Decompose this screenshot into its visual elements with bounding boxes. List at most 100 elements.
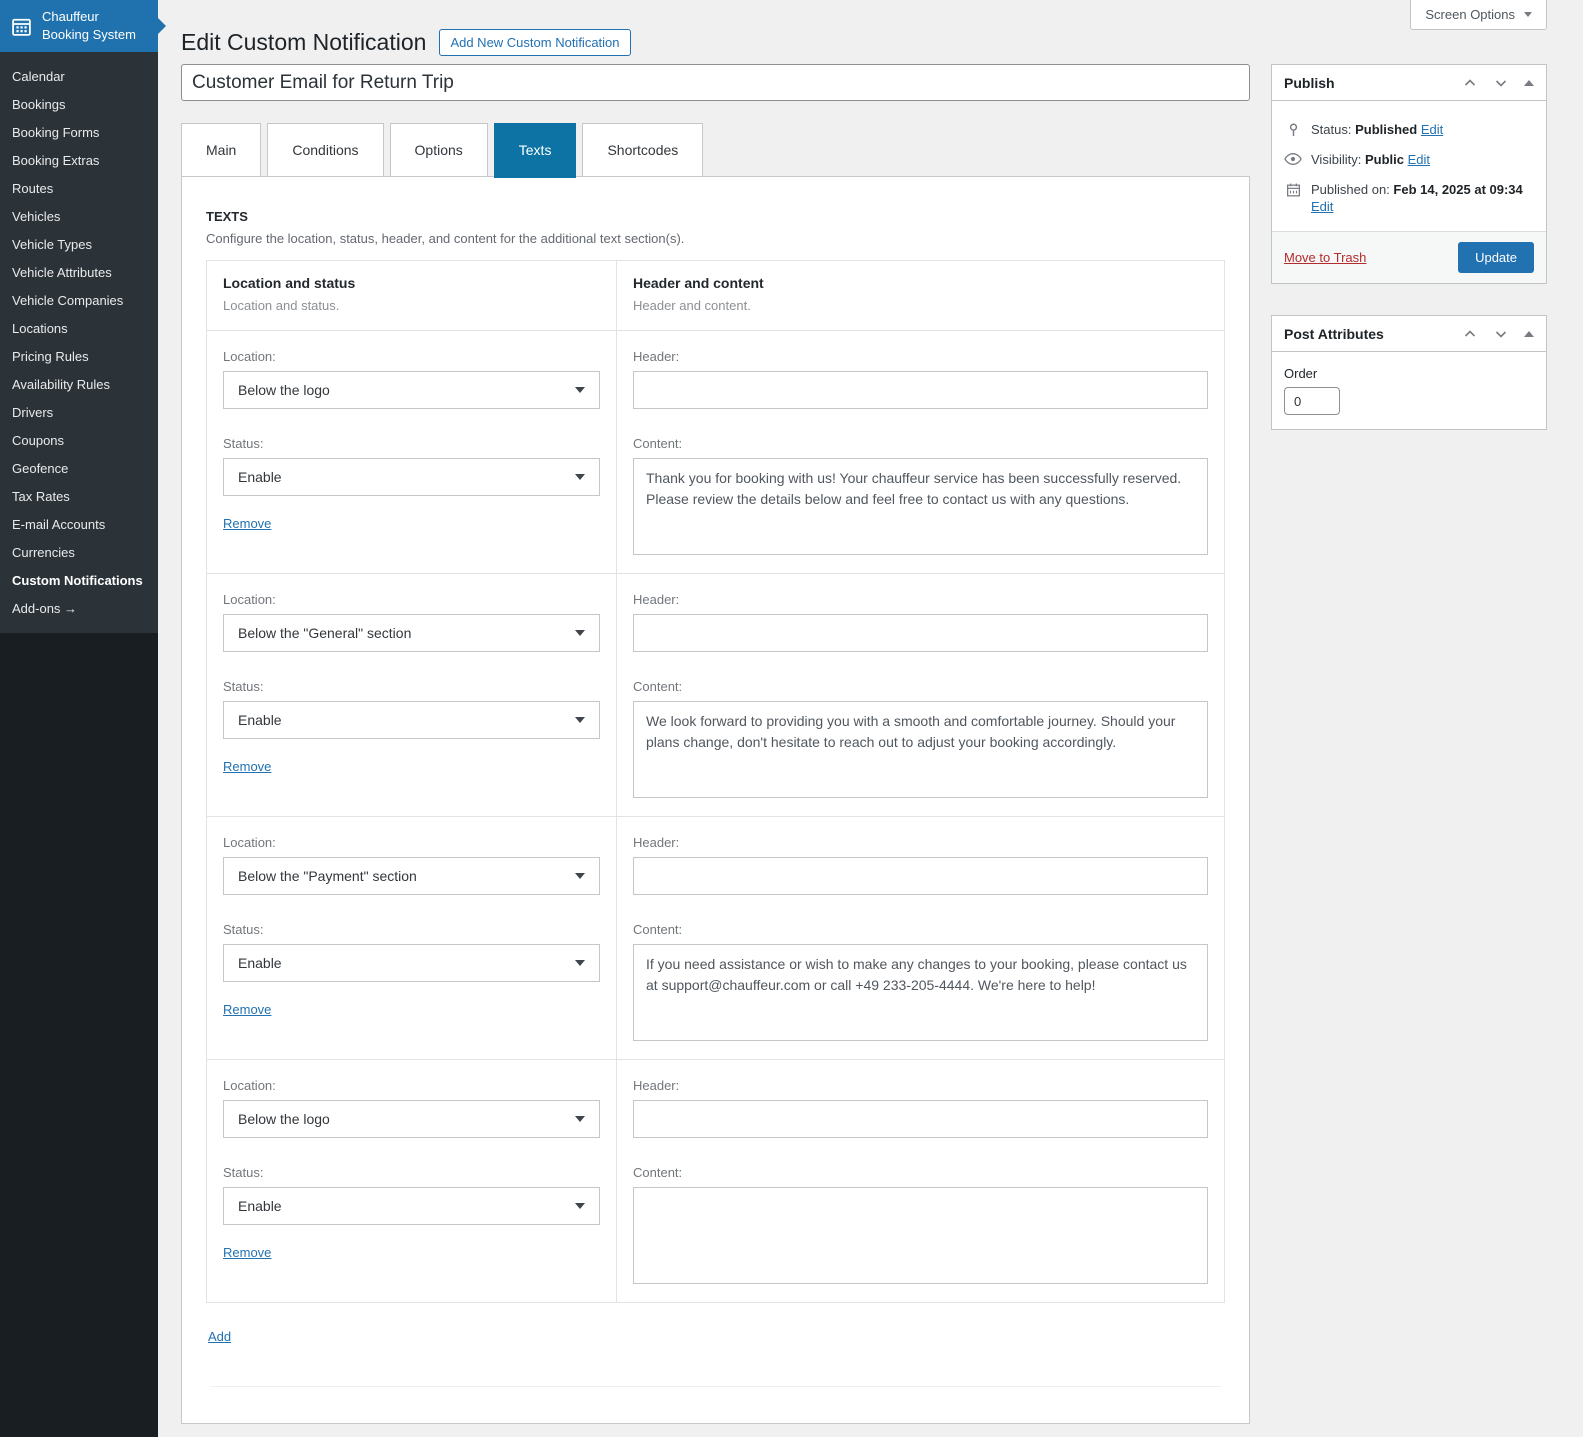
location-label: Location:	[223, 349, 276, 364]
move-down-icon[interactable]	[1493, 75, 1509, 91]
edit-published-on-link[interactable]: Edit	[1311, 199, 1333, 214]
sidebar-item-calendar[interactable]: Calendar	[0, 63, 158, 91]
side-column: Publish Status: Published Edit Visibilit…	[1271, 64, 1547, 461]
collapse-toggle-icon[interactable]	[1524, 330, 1534, 337]
texts-panel: TEXTS Configure the location, status, he…	[181, 176, 1250, 1424]
status-label: Status:	[223, 1165, 264, 1180]
sidebar-item-vehicle-companies[interactable]: Vehicle Companies	[0, 287, 158, 315]
calendar-icon	[1284, 182, 1302, 198]
location-status-cell: Location: Below the "Payment" section St…	[207, 817, 617, 1060]
content-textarea[interactable]	[633, 1187, 1208, 1284]
add-link[interactable]: Add	[208, 1329, 231, 1344]
content-textarea[interactable]: Thank you for booking with us! Your chau…	[633, 458, 1208, 555]
tab-conditions[interactable]: Conditions	[267, 123, 384, 177]
location-status-cell: Location: Below the "General" section St…	[207, 574, 617, 817]
move-to-trash-link[interactable]: Move to Trash	[1284, 250, 1366, 265]
edit-visibility-link[interactable]: Edit	[1408, 152, 1430, 167]
publish-panel-header: Publish	[1272, 65, 1546, 101]
sidebar-item-email-accounts[interactable]: E-mail Accounts	[0, 511, 158, 539]
page-title: Edit Custom Notification	[181, 29, 427, 55]
remove-link[interactable]: Remove	[223, 759, 271, 774]
content-label: Content:	[633, 679, 683, 694]
order-input[interactable]	[1284, 387, 1340, 415]
tab-main[interactable]: Main	[181, 123, 262, 177]
chevron-down-icon	[575, 474, 585, 480]
content-textarea[interactable]: We look forward to providing you with a …	[633, 701, 1208, 798]
column-header-header-content: Header and content Header and content.	[617, 261, 1224, 331]
post-attributes-body: Order	[1272, 352, 1546, 429]
page-content: Screen Options Edit Custom Notification …	[158, 0, 1583, 1424]
location-select[interactable]: Below the logo	[223, 1100, 600, 1138]
editor-column: Main Conditions Options Texts Shortcodes…	[181, 64, 1250, 1424]
content-label: Content:	[633, 1165, 683, 1180]
add-new-button[interactable]: Add New Custom Notification	[439, 29, 631, 56]
move-down-icon[interactable]	[1493, 326, 1509, 342]
sidebar-item-currencies[interactable]: Currencies	[0, 539, 158, 567]
visibility-label: Visibility:	[1311, 152, 1362, 167]
sidebar-item-availability-rules[interactable]: Availability Rules	[0, 371, 158, 399]
tab-options[interactable]: Options	[389, 123, 488, 177]
sidebar-item-bookings[interactable]: Bookings	[0, 91, 158, 119]
text-sections-table: Location and status Location and status.…	[206, 260, 1225, 1303]
status-select[interactable]: Enable	[223, 458, 600, 496]
edit-status-link[interactable]: Edit	[1421, 122, 1443, 137]
header-input[interactable]	[633, 614, 1208, 652]
location-select[interactable]: Below the "General" section	[223, 614, 600, 652]
header-label: Header:	[633, 1078, 680, 1093]
location-select-value: Below the "Payment" section	[238, 868, 417, 884]
sidebar-item-pricing-rules[interactable]: Pricing Rules	[0, 343, 158, 371]
sidebar-item-custom-notifications[interactable]: Custom Notifications	[0, 567, 158, 595]
location-select-value: Below the "General" section	[238, 625, 412, 641]
location-label: Location:	[223, 835, 276, 850]
status-value: Published	[1355, 122, 1418, 137]
tab-shortcodes[interactable]: Shortcodes	[582, 123, 704, 177]
sidebar-item-routes[interactable]: Routes	[0, 175, 158, 203]
location-status-cell: Location: Below the logo Status: Enable …	[207, 1060, 617, 1302]
remove-link[interactable]: Remove	[223, 1002, 271, 1017]
header-input[interactable]	[633, 371, 1208, 409]
sidebar-item-tax-rates[interactable]: Tax Rates	[0, 483, 158, 511]
chevron-down-icon	[575, 960, 585, 966]
sidebar-item-add-ons[interactable]: Add-ons →	[0, 595, 158, 623]
column-subtitle: Location and status.	[223, 298, 340, 313]
move-up-icon[interactable]	[1462, 75, 1478, 91]
sidebar-item-booking-forms[interactable]: Booking Forms	[0, 119, 158, 147]
admin-sidebar: Chauffeur Booking System Calendar Bookin…	[0, 0, 166, 1437]
status-label: Status:	[223, 436, 264, 451]
location-select[interactable]: Below the logo	[223, 371, 600, 409]
chevron-down-icon	[575, 873, 585, 879]
column-title: Header and content	[633, 275, 764, 291]
sidebar-item-coupons[interactable]: Coupons	[0, 427, 158, 455]
tab-texts[interactable]: Texts	[493, 123, 577, 178]
header-input[interactable]	[633, 1100, 1208, 1138]
sidebar-item-vehicles[interactable]: Vehicles	[0, 203, 158, 231]
status-select-value: Enable	[238, 469, 282, 485]
status-select-value: Enable	[238, 1198, 282, 1214]
status-select-value: Enable	[238, 955, 282, 971]
update-button[interactable]: Update	[1458, 242, 1534, 273]
remove-link[interactable]: Remove	[223, 1245, 271, 1260]
sidebar-item-booking-extras[interactable]: Booking Extras	[0, 147, 158, 175]
plugin-menu-header[interactable]: Chauffeur Booking System	[0, 0, 166, 52]
location-select[interactable]: Below the "Payment" section	[223, 857, 600, 895]
content-label: Content:	[633, 436, 683, 451]
screen-options-label: Screen Options	[1425, 7, 1515, 22]
post-title-input[interactable]	[181, 64, 1250, 101]
move-up-icon[interactable]	[1462, 326, 1478, 342]
screen-options-button[interactable]: Screen Options	[1410, 0, 1547, 30]
content-textarea[interactable]: If you need assistance or wish to make a…	[633, 944, 1208, 1041]
header-content-cell: Header: Content: If you need assistance …	[617, 817, 1224, 1060]
sidebar-item-geofence[interactable]: Geofence	[0, 455, 158, 483]
header-input[interactable]	[633, 857, 1208, 895]
sidebar-item-drivers[interactable]: Drivers	[0, 399, 158, 427]
sidebar-item-vehicle-types[interactable]: Vehicle Types	[0, 231, 158, 259]
remove-link[interactable]: Remove	[223, 516, 271, 531]
status-select[interactable]: Enable	[223, 944, 600, 982]
sidebar-item-locations[interactable]: Locations	[0, 315, 158, 343]
sidebar-item-vehicle-attributes[interactable]: Vehicle Attributes	[0, 259, 158, 287]
status-select[interactable]: Enable	[223, 701, 600, 739]
publish-panel-body: Status: Published Edit Visibility: Publi…	[1272, 101, 1546, 231]
collapse-toggle-icon[interactable]	[1524, 79, 1534, 86]
status-select[interactable]: Enable	[223, 1187, 600, 1225]
status-select-value: Enable	[238, 712, 282, 728]
